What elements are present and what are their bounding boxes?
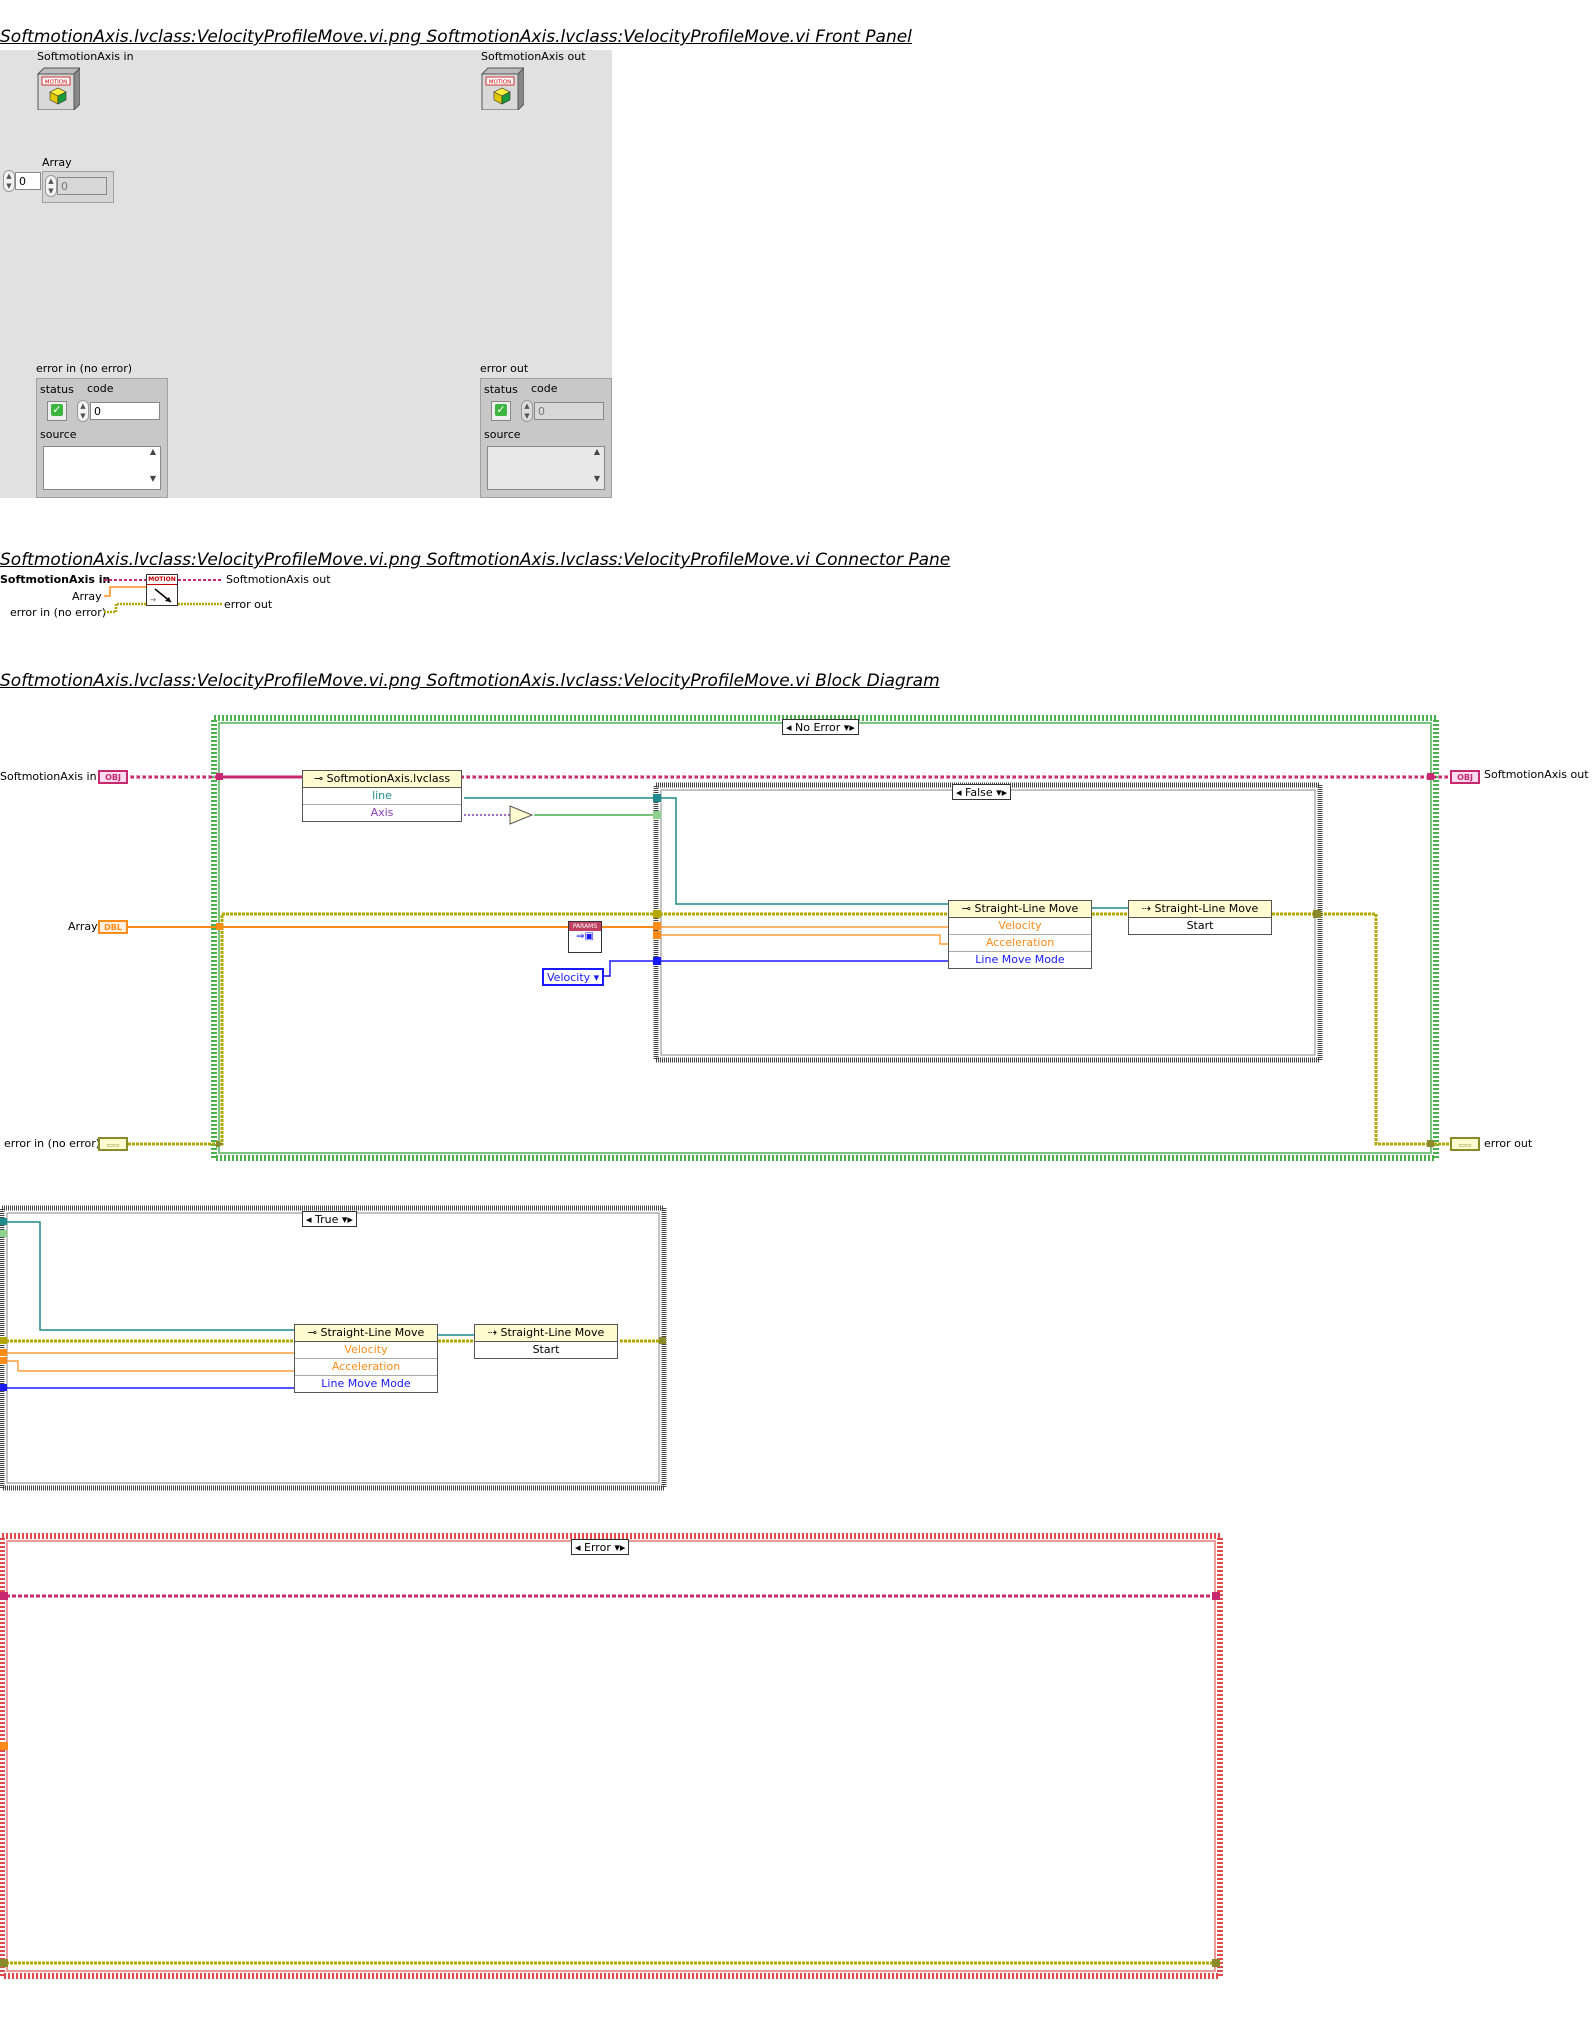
invoke-node-true[interactable]: ⇢ Straight-Line Move Start (474, 1324, 618, 1359)
property-acceleration-row: Acceleration (949, 935, 1091, 952)
true-case-selector[interactable]: ◂ True ▾▸ (302, 1211, 357, 1227)
property-node-title: ⊸ Straight-Line Move (949, 901, 1091, 918)
invoke-node-title: ⇢ Straight-Line Move (475, 1325, 617, 1342)
property-node-true[interactable]: ⊸ Straight-Line Move Velocity Accelerati… (294, 1324, 438, 1393)
terminal-axis-out[interactable]: OBJ (1450, 770, 1480, 784)
unbundle-title: ⊸ SoftmotionAxis.lvclass (303, 771, 461, 788)
terminal-axis-in-label: SoftmotionAxis in (0, 770, 97, 783)
error-case-wires (0, 1533, 1223, 1979)
outer-case-selector[interactable]: ◂ No Error ▾▸ (782, 719, 859, 735)
property-mode-row: Line Move Mode (975, 953, 1065, 966)
params-icon: ⇒▣ (576, 931, 594, 942)
error-cluster-icon: ▭▭ (106, 1141, 120, 1149)
terminal-error-out-label: error out (1484, 1137, 1533, 1150)
unbundle-line-row: line (303, 788, 461, 805)
error-case-selector[interactable]: ◂ Error ▾▸ (571, 1539, 630, 1555)
inner-case-value: False (965, 786, 993, 799)
terminal-array-label: Array (68, 920, 98, 933)
params-label: PARAMS (569, 922, 601, 931)
true-case-value: True (315, 1213, 339, 1226)
property-node-title: ⊸ Straight-Line Move (295, 1325, 437, 1342)
property-velocity-row: Velocity (949, 918, 1091, 935)
params-constant[interactable]: PARAMS ⇒▣ (568, 921, 602, 953)
velocity-enum-value: Velocity (547, 971, 591, 984)
property-mode-row: Line Move Mode (321, 1377, 411, 1390)
outer-case-value: No Error (795, 721, 841, 734)
error-case-value: Error (584, 1541, 611, 1554)
terminal-error-out[interactable]: ▭▭ (1450, 1137, 1480, 1151)
property-node-false[interactable]: ⊸ Straight-Line Move Velocity Accelerati… (948, 900, 1092, 969)
terminal-array[interactable]: DBL (98, 920, 128, 934)
property-acceleration-row: Acceleration (295, 1359, 437, 1376)
property-velocity-row: Velocity (295, 1342, 437, 1359)
terminal-error-in[interactable]: ▭▭ (98, 1137, 128, 1151)
invoke-start-row: Start (532, 1343, 560, 1356)
terminal-axis-in[interactable]: OBJ (98, 770, 128, 784)
unbundle-node[interactable]: ⊸ SoftmotionAxis.lvclass line Axis (302, 770, 462, 822)
invoke-node-false[interactable]: ⇢ Straight-Line Move Start (1128, 900, 1272, 935)
inner-case-selector[interactable]: ◂ False ▾▸ (952, 784, 1012, 800)
terminal-axis-out-label: SoftmotionAxis out (1484, 768, 1589, 781)
invoke-start-row: Start (1186, 919, 1214, 932)
error-cluster-icon: ▭▭ (1458, 1141, 1472, 1149)
invoke-node-title: ⇢ Straight-Line Move (1129, 901, 1271, 918)
velocity-enum-constant[interactable]: Velocity ▾ (542, 968, 605, 986)
terminal-error-in-label: error in (no error) (4, 1137, 101, 1150)
unbundle-axis-row: Axis (370, 806, 394, 819)
